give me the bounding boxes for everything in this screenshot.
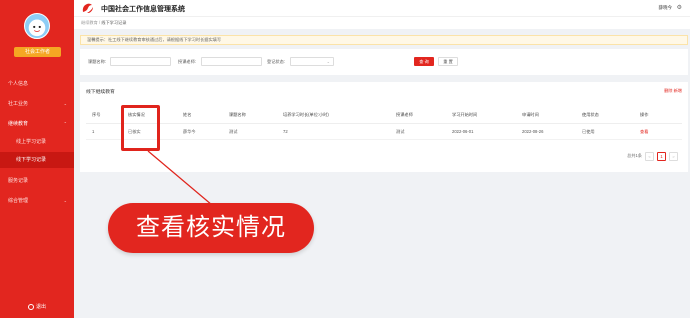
chevron-up-icon: ⌃ [63,121,67,126]
sidebar-item-service-records[interactable]: 服务记录 [0,173,74,189]
sidebar-item-continuing-education[interactable]: 继续教育 ⌃ [0,116,74,132]
sidebar-item-label: 社工业务 [8,101,29,107]
top-header: 中国社会工作信息管理系统 薛晓今 ⚙ [74,0,690,16]
status-label: 登记状态: [267,59,285,64]
column-header: 序号 [92,111,101,117]
row-start-date: 2022-06-01 [452,129,474,134]
power-icon [27,303,34,310]
column-header: 姓名 [183,111,192,117]
column-header: 使用状态 [582,111,599,117]
sidebar-item-online-learning[interactable]: 线上学习记录 [0,134,74,150]
status-select[interactable]: ⌄ [290,57,334,66]
role-badge: 社会工作者 [14,47,61,57]
notice-banner: 温馨提示：社工线下继续教育审核通过后，请根据线下学习时长据实填写 [80,35,688,45]
row-hours: 72 [283,129,288,134]
chevron-down-icon: ⌄ [326,59,330,64]
prev-page-button[interactable]: < [645,151,654,161]
teacher-input[interactable] [201,57,262,66]
chevron-down-icon: ⌄ [63,101,67,106]
sidebar-item-label: 线上学习记录 [16,139,47,145]
pagination: 总共1条 < 1 > [627,151,678,161]
chevron-down-icon: ⌄ [63,198,67,203]
sidebar-item-label: 综合管理 [8,198,29,204]
sidebar-item-general-management[interactable]: 综合管理 ⌄ [0,193,74,209]
course-name-input[interactable] [110,57,171,66]
callout-banner: 查看核实情况 [108,203,314,253]
sidebar-item-label: 个人信息 [8,81,29,87]
breadcrumb-parent[interactable]: 继续教育 [81,20,98,25]
card-title: 线下继续教育 [86,90,115,95]
sidebar-item-offline-learning[interactable]: 线下学习记录 [0,152,74,168]
row-teacher: 测试 [396,128,405,134]
table-row: 1 已核实 薛华今 测试 72 测试 2022-06-01 2022-08-26… [86,124,682,140]
column-header: 学习开始时间 [452,111,478,117]
next-page-button[interactable]: > [669,151,678,161]
page-1-button[interactable]: 1 [657,151,666,161]
gear-icon[interactable]: ⚙ [677,4,682,11]
filter-panel: 课题名称: 授课老师: 登记状态: ⌄ 查 询 重 置 [80,49,688,75]
breadcrumb-current: 线下学习记录 [101,20,127,25]
course-name-label: 课题名称: [88,59,106,64]
user-name[interactable]: 薛晓今 [659,5,673,11]
column-header: 课题名称 [229,111,246,117]
breadcrumb: 继续教育 / 线下学习记录 [74,16,690,29]
avatar[interactable] [24,13,50,39]
sidebar-item-social-work[interactable]: 社工业务 ⌄ [0,96,74,112]
column-header: 授课老师 [396,111,413,117]
table-header: 序号 核实情况 姓名 课题名称 培养学习时长(单位:小时) 授课老师 学习开始时… [86,106,682,124]
notice-text: 温馨提示：社工线下继续教育审核通过后，请根据线下学习时长据实填写 [87,37,222,42]
sidebar-item-label: 服务记录 [8,178,29,184]
card-actions[interactable]: 删除 新增 [664,88,682,94]
logo-icon [82,3,93,13]
logout-label: 退出 [35,304,46,310]
column-header: 培养学习时长(单位:小时) [283,111,329,117]
highlight-box [121,105,160,151]
pagination-total: 总共1条 [627,153,642,158]
system-title: 中国社会工作信息管理系统 [101,6,185,13]
row-index: 1 [92,129,95,134]
sidebar-item-label: 线下学习记录 [16,157,47,163]
row-apply-date: 2022-08-26 [522,129,544,134]
sidebar-item-personal-info[interactable]: 个人信息 [0,76,74,92]
query-button[interactable]: 查 询 [414,57,434,66]
breadcrumb-separator: / [98,20,101,25]
sidebar-item-label: 继续教育 [8,121,29,127]
column-header: 操作 [640,111,649,117]
column-header: 申请时间 [522,111,539,117]
row-usage-status: 已使用 [582,128,595,134]
reset-button[interactable]: 重 置 [438,57,458,66]
teacher-label: 授课老师: [178,59,196,64]
logout-button[interactable]: 退出 [0,303,74,310]
sidebar: 社会工作者 个人信息 社工业务 ⌄ 继续教育 ⌃ 线上学习记录 线下学习记录 服… [0,0,74,318]
row-course: 测试 [229,128,238,134]
avatar-icon [25,14,49,38]
records-card: 线下继续教育 删除 新增 序号 核实情况 姓名 课题名称 培养学习时长(单位:小… [80,82,688,172]
row-name: 薛华今 [183,128,196,134]
view-link[interactable]: 查看 [640,124,648,139]
